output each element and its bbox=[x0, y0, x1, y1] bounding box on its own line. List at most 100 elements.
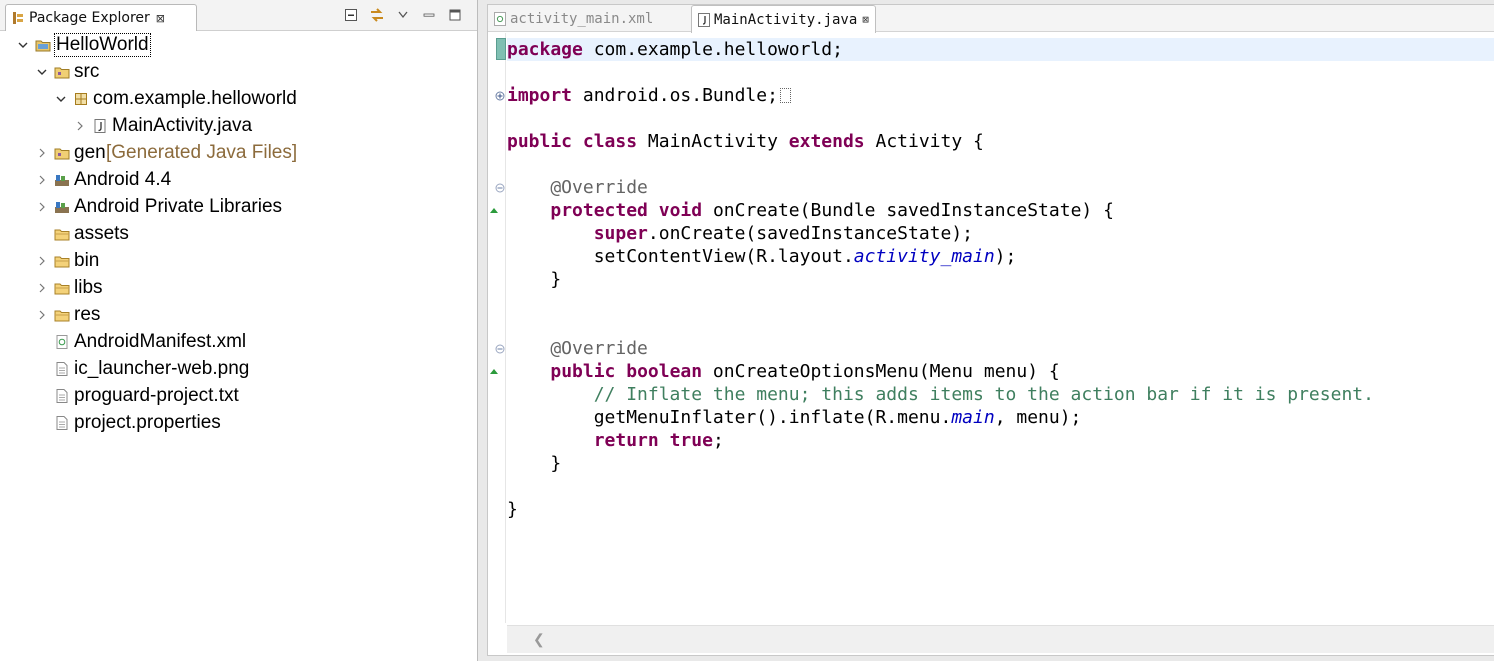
override-marker-icon[interactable] bbox=[488, 204, 500, 216]
package-explorer-view: Package Explorer ⊠ HelloWorld src com.ex… bbox=[0, 0, 478, 661]
code-line-oncreate-signature: protected void onCreate(Bundle savedInst… bbox=[507, 199, 1494, 222]
tab-label: activity_main.xml bbox=[510, 10, 654, 27]
file-icon bbox=[54, 388, 70, 404]
chevron-down-icon[interactable] bbox=[16, 38, 30, 52]
tree-item-label: res bbox=[74, 304, 101, 325]
folder-icon bbox=[54, 226, 70, 242]
minimize-button[interactable] bbox=[421, 7, 437, 23]
static-field: main bbox=[951, 407, 995, 428]
vertical-ruler[interactable] bbox=[488, 33, 506, 623]
keyword: true bbox=[669, 430, 713, 451]
close-icon[interactable]: ⊠ bbox=[156, 12, 165, 25]
xml-file-icon bbox=[54, 334, 70, 350]
code-text: onCreateOptionsMenu(Menu menu) { bbox=[702, 361, 1060, 382]
tree-item[interactable]: HelloWorld bbox=[0, 32, 477, 59]
tree-item-label: HelloWorld bbox=[54, 33, 151, 57]
tree-item-label: Android 4.4 bbox=[74, 169, 172, 190]
java-file-icon bbox=[698, 12, 710, 27]
tree-item[interactable]: com.example.helloworld bbox=[0, 86, 477, 113]
chevron-down-icon[interactable] bbox=[35, 65, 49, 79]
keyword: import bbox=[507, 85, 573, 106]
tree-item[interactable]: Android 4.4 bbox=[0, 167, 477, 194]
keyword: void bbox=[658, 200, 703, 221]
keyword: protected bbox=[550, 200, 648, 221]
collapse-all-button[interactable] bbox=[343, 7, 359, 23]
override-marker-icon[interactable] bbox=[488, 365, 500, 377]
tree-item[interactable]: MainActivity.java bbox=[0, 113, 477, 140]
package-explorer-tab[interactable]: Package Explorer ⊠ bbox=[5, 4, 197, 31]
tree-item[interactable]: ic_launcher-web.png bbox=[0, 356, 477, 383]
tree-item[interactable]: proguard-project.txt bbox=[0, 383, 477, 410]
editor-tab-bar: activity_main.xml MainActivity.java ⊠ bbox=[488, 5, 1494, 33]
tree-item[interactable]: assets bbox=[0, 221, 477, 248]
code-line-method-close: } bbox=[507, 453, 562, 474]
code-text: MainActivity bbox=[637, 131, 789, 152]
tree-item-label: libs bbox=[74, 277, 103, 298]
code-line-set-content-view: setContentView(R.layout.activity_main); bbox=[507, 245, 1494, 268]
chevron-right-icon[interactable] bbox=[35, 200, 49, 214]
scroll-left-icon[interactable]: ❮ bbox=[533, 631, 545, 648]
view-menu-button[interactable] bbox=[395, 7, 411, 23]
chevron-right-icon[interactable] bbox=[35, 308, 49, 322]
chevron-right-icon[interactable] bbox=[35, 254, 49, 268]
tab-label: MainActivity.java bbox=[714, 11, 858, 28]
collapse-all-icon bbox=[345, 9, 357, 21]
tree-item[interactable]: gen [Generated Java Files] bbox=[0, 140, 477, 167]
tree-item-label: ic_launcher-web.png bbox=[74, 358, 250, 379]
maximize-button[interactable] bbox=[447, 7, 463, 23]
tree-item[interactable]: bin bbox=[0, 248, 477, 275]
folder-icon bbox=[54, 307, 70, 323]
folded-imports-box[interactable] bbox=[779, 88, 791, 103]
explorer-header: Package Explorer ⊠ bbox=[0, 0, 477, 31]
fold-expand-icon[interactable] bbox=[494, 90, 506, 102]
code-text: .onCreate(savedInstanceState); bbox=[647, 223, 973, 244]
code-line-super-call: super.onCreate(savedInstanceState); bbox=[507, 222, 1494, 245]
file-icon bbox=[54, 361, 70, 377]
keyword: public bbox=[507, 131, 573, 152]
horizontal-scrollbar[interactable]: ❮ bbox=[507, 625, 1494, 653]
code-editor[interactable]: package com.example.helloworld; import a… bbox=[507, 33, 1494, 623]
chevron-down-icon[interactable] bbox=[54, 92, 68, 106]
keyword: class bbox=[582, 131, 638, 152]
keyword: boolean bbox=[626, 361, 703, 382]
minimize-icon bbox=[423, 13, 435, 17]
current-line-marker bbox=[496, 38, 506, 60]
tree-item[interactable]: AndroidManifest.xml bbox=[0, 329, 477, 356]
code-line-comment: // Inflate the menu; this adds items to … bbox=[507, 384, 1374, 405]
chevron-right-icon[interactable] bbox=[35, 173, 49, 187]
tree-item[interactable]: src bbox=[0, 59, 477, 86]
tab-activity-main-xml[interactable]: activity_main.xml bbox=[494, 5, 653, 32]
tree-item[interactable]: libs bbox=[0, 275, 477, 302]
tree-item-label: assets bbox=[74, 223, 129, 244]
tree-item-label: bin bbox=[74, 250, 100, 271]
close-icon[interactable]: ⊠ bbox=[862, 13, 869, 26]
tree-item[interactable]: Android Private Libraries bbox=[0, 194, 477, 221]
code-line-override-annotation: @Override bbox=[507, 177, 648, 198]
code-line-class-close: } bbox=[507, 499, 518, 520]
code-line-import: import android.os.Bundle; bbox=[507, 84, 1494, 107]
code-line-package: package com.example.helloworld; bbox=[507, 38, 1494, 61]
code-line-return: return true; bbox=[507, 429, 1494, 452]
static-field: activity_main bbox=[853, 246, 995, 267]
link-with-editor-button[interactable] bbox=[369, 7, 385, 23]
code-text: android.os.Bundle; bbox=[572, 85, 778, 106]
chevron-right-icon[interactable] bbox=[35, 146, 49, 160]
editor-area: activity_main.xml MainActivity.java ⊠ pa… bbox=[487, 4, 1494, 656]
fold-collapse-icon[interactable] bbox=[494, 343, 506, 355]
project-tree: HelloWorld src com.example.helloworld MainA… bbox=[0, 32, 477, 437]
tab-main-activity-java[interactable]: MainActivity.java ⊠ bbox=[691, 5, 876, 33]
fold-collapse-icon[interactable] bbox=[494, 182, 506, 194]
tree-item[interactable]: project.properties bbox=[0, 410, 477, 437]
tree-item[interactable]: res bbox=[0, 302, 477, 329]
chevron-right-icon[interactable] bbox=[35, 281, 49, 295]
tree-item-label: gen bbox=[74, 142, 106, 163]
tree-item-label: com.example.helloworld bbox=[93, 88, 297, 109]
chevron-right-icon[interactable] bbox=[73, 119, 87, 133]
maximize-icon bbox=[449, 9, 461, 21]
source-folder-icon bbox=[54, 64, 70, 80]
